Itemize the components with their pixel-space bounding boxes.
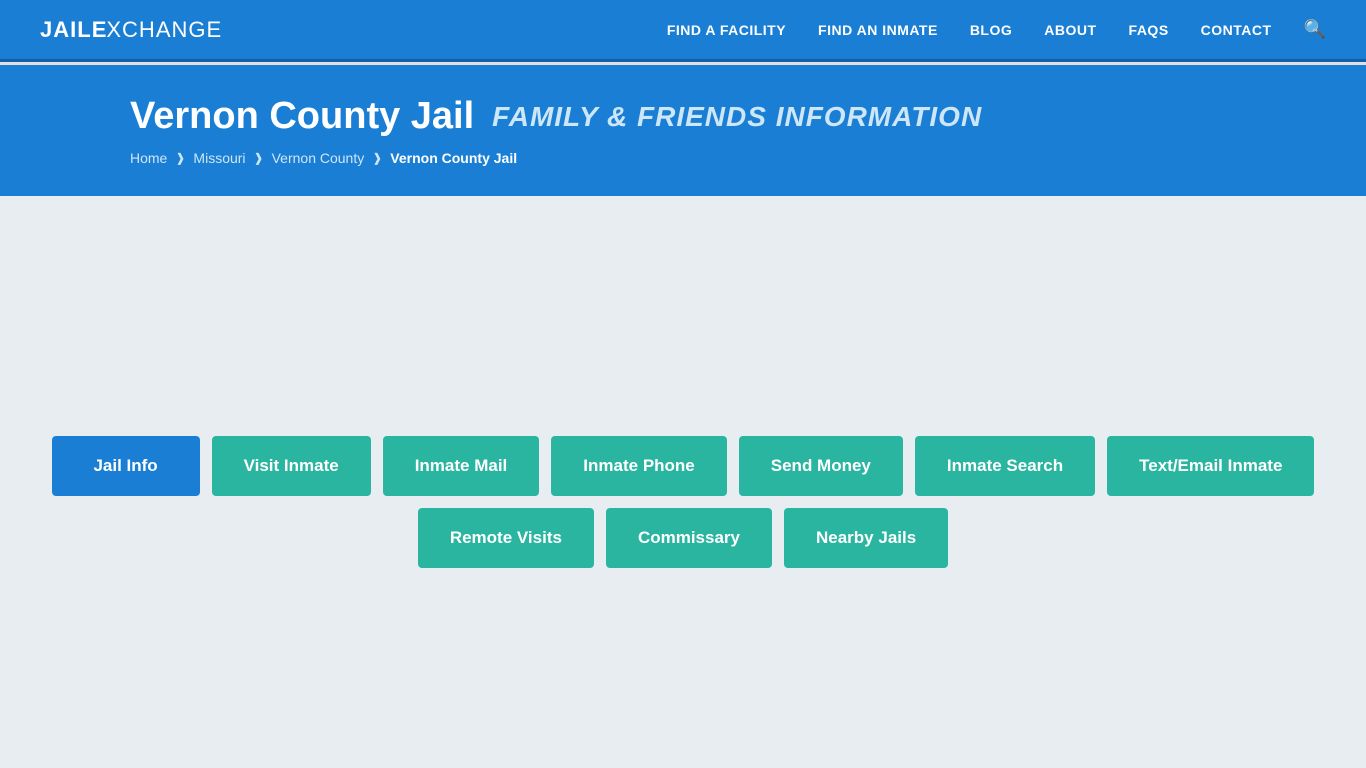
breadcrumb-missouri[interactable]: Missouri xyxy=(193,150,245,166)
page-title-main: Vernon County Jail xyxy=(130,95,474,138)
btn-remote-visits[interactable]: Remote Visits xyxy=(418,508,594,568)
btn-commissary[interactable]: Commissary xyxy=(606,508,772,568)
logo[interactable]: JAILEXCHANGE xyxy=(40,17,222,43)
breadcrumb-current: Vernon County Jail xyxy=(390,150,517,166)
nav-blog[interactable]: BLOG xyxy=(970,22,1012,38)
breadcrumb-home[interactable]: Home xyxy=(130,150,167,166)
btn-jail-info[interactable]: Jail Info xyxy=(52,436,200,496)
buttons-row-2: Remote Visits Commissary Nearby Jails xyxy=(418,508,948,568)
breadcrumb-sep-2: ❱ xyxy=(254,151,264,165)
hero-section: Vernon County Jail FAMILY & FRIENDS INFO… xyxy=(0,65,1366,196)
btn-inmate-search[interactable]: Inmate Search xyxy=(915,436,1095,496)
btn-inmate-mail[interactable]: Inmate Mail xyxy=(383,436,540,496)
buttons-row-1: Jail Info Visit Inmate Inmate Mail Inmat… xyxy=(52,436,1315,496)
buttons-section: Jail Info Visit Inmate Inmate Mail Inmat… xyxy=(0,436,1366,568)
nav-faqs[interactable]: FAQs xyxy=(1129,22,1169,38)
site-header: JAILEXCHANGE FIND A FACILITY FIND AN INM… xyxy=(0,0,1366,62)
btn-text-email-inmate[interactable]: Text/Email Inmate xyxy=(1107,436,1314,496)
logo-exchange-text: XCHANGE xyxy=(106,17,222,43)
logo-x-text: E xyxy=(92,17,107,43)
btn-visit-inmate[interactable]: Visit Inmate xyxy=(212,436,371,496)
breadcrumb-sep-1: ❱ xyxy=(175,151,185,165)
breadcrumb-sep-3: ❱ xyxy=(372,151,382,165)
page-title-group: Vernon County Jail FAMILY & FRIENDS INFO… xyxy=(130,95,1326,138)
main-content: Jail Info Visit Inmate Inmate Mail Inmat… xyxy=(0,196,1366,676)
btn-inmate-phone[interactable]: Inmate Phone xyxy=(551,436,726,496)
nav-find-inmate[interactable]: FIND AN INMATE xyxy=(818,22,938,38)
breadcrumb-vernon-county[interactable]: Vernon County xyxy=(272,150,365,166)
main-nav: FIND A FACILITY FIND AN INMATE BLOG ABOU… xyxy=(667,19,1326,40)
nav-about[interactable]: ABOUT xyxy=(1044,22,1096,38)
search-icon[interactable]: 🔍 xyxy=(1304,19,1326,40)
nav-find-facility[interactable]: FIND A FACILITY xyxy=(667,22,786,38)
btn-send-money[interactable]: Send Money xyxy=(739,436,903,496)
nav-contact[interactable]: CONTACT xyxy=(1201,22,1272,38)
logo-jail-text: JAIL xyxy=(40,17,92,43)
page-title-sub: FAMILY & FRIENDS INFORMATION xyxy=(492,101,982,133)
breadcrumb: Home ❱ Missouri ❱ Vernon County ❱ Vernon… xyxy=(130,150,1326,166)
btn-nearby-jails[interactable]: Nearby Jails xyxy=(784,508,948,568)
